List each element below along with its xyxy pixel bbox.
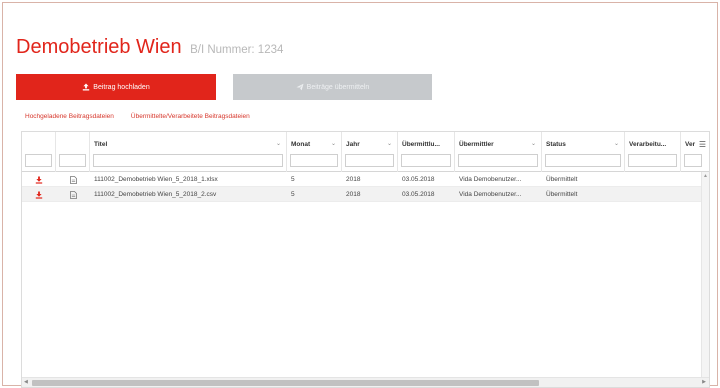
cell-jahr: 2018	[346, 191, 361, 198]
column-menu-icon[interactable]: ☰	[699, 140, 706, 149]
cell-uebermittler: Vida Demobenutzer...	[459, 176, 522, 183]
company-name: Demobetrieb Wien	[16, 36, 182, 58]
vertical-scrollbar[interactable]: ▲	[701, 172, 709, 379]
tab-processed-files[interactable]: Übermittelte/Verarbeitete Beitragsdateie…	[131, 113, 250, 120]
chevron-down-icon[interactable]: ⌄	[331, 140, 336, 147]
send-contributions-button[interactable]: Beiträge übermitteln	[233, 74, 432, 100]
app-frame: Demobetrieb Wien B/I Nummer: 1234 Beitra…	[2, 2, 718, 388]
files-table: Titel ⌄ Monat ⌄ Jahr ⌄ Übermittlu... Übe…	[21, 131, 710, 388]
cell-datum: 03.05.2018	[402, 191, 435, 198]
send-icon	[296, 83, 304, 91]
tab-bar: Hochgeladene Beitragsdateien Übermittelt…	[25, 113, 250, 120]
column-label-ver: Ver	[685, 141, 696, 148]
download-icon[interactable]	[22, 187, 56, 202]
chevron-down-icon[interactable]: ⌄	[387, 140, 392, 147]
cell-status: Übermittelt	[546, 176, 578, 183]
upload-label: Beitrag hochladen	[93, 83, 150, 91]
column-label-monat: Monat	[291, 141, 311, 148]
table-row[interactable]: 111002_Demobetrieb Wien_5_2018_2.csv 5 2…	[22, 187, 709, 202]
cell-jahr: 2018	[346, 176, 361, 183]
column-header-uebermittlung[interactable]: Übermittlu...	[398, 132, 455, 172]
column-header-verarbeitung[interactable]: Verarbeitu...	[625, 132, 681, 172]
cell-monat: 5	[291, 191, 295, 198]
page-title: Demobetrieb Wien B/I Nummer: 1234	[16, 36, 283, 59]
column-header-titel[interactable]: Titel ⌄	[90, 132, 287, 172]
cell-status: Übermittelt	[546, 191, 578, 198]
filter-input-titel[interactable]	[93, 154, 283, 167]
filter-input-status[interactable]	[545, 154, 621, 167]
cell-titel: 111002_Demobetrieb Wien_5_2018_2.csv	[94, 191, 217, 198]
upload-icon	[82, 83, 90, 91]
scroll-left-arrow-icon[interactable]: ◀	[24, 379, 28, 385]
filter-input-verarbeitung[interactable]	[628, 154, 677, 167]
column-label-uebermittler: Übermittler	[459, 141, 494, 148]
cell-titel: 111002_Demobetrieb Wien_5_2018_1.xlsx	[94, 176, 218, 183]
column-header-status[interactable]: Status ⌄	[542, 132, 625, 172]
horizontal-scroll-thumb[interactable]	[32, 380, 539, 386]
filter-input-download[interactable]	[25, 154, 52, 167]
download-column-header	[22, 132, 56, 172]
column-label-status: Status	[546, 141, 566, 148]
send-label: Beiträge übermitteln	[306, 83, 370, 91]
column-header-uebermittler[interactable]: Übermittler ⌄	[455, 132, 542, 172]
upload-contribution-button[interactable]: Beitrag hochladen	[16, 74, 216, 100]
tab-uploaded-files[interactable]: Hochgeladene Beitragsdateien	[25, 113, 114, 120]
filter-input-icon[interactable]	[59, 154, 86, 167]
horizontal-scrollbar[interactable]: ◀ ▶	[22, 377, 709, 387]
download-icon[interactable]	[22, 172, 56, 187]
file-icon-column-header	[56, 132, 90, 172]
filter-input-monat[interactable]	[290, 154, 338, 167]
filter-input-uebermittler[interactable]	[458, 154, 538, 167]
chevron-down-icon[interactable]: ⌄	[531, 140, 536, 147]
filter-input-jahr[interactable]	[345, 154, 394, 167]
bi-number: B/I Nummer: 1234	[190, 44, 284, 56]
column-header-monat[interactable]: Monat ⌄	[287, 132, 342, 172]
file-icon	[56, 187, 90, 202]
cell-datum: 03.05.2018	[402, 176, 435, 183]
filter-input-uebermittlung[interactable]	[401, 154, 451, 167]
cell-uebermittler: Vida Demobenutzer...	[459, 191, 522, 198]
column-header-jahr[interactable]: Jahr ⌄	[342, 132, 398, 172]
column-label-jahr: Jahr	[346, 141, 360, 148]
scroll-right-arrow-icon[interactable]: ▶	[702, 379, 706, 385]
column-label-verarbeitung: Verarbeitu...	[629, 141, 667, 148]
scroll-up-arrow-icon[interactable]: ▲	[703, 173, 708, 179]
column-label-uebermittlung: Übermittlu...	[402, 141, 440, 148]
file-icon	[56, 172, 90, 187]
column-label-titel: Titel	[94, 141, 108, 148]
cell-monat: 5	[291, 176, 295, 183]
table-row[interactable]: 111002_Demobetrieb Wien_5_2018_1.xlsx 5 …	[22, 172, 709, 187]
filter-input-ver[interactable]	[684, 154, 702, 167]
chevron-down-icon[interactable]: ⌄	[276, 140, 281, 147]
column-header-ver[interactable]: Ver ☰	[681, 132, 709, 172]
chevron-down-icon[interactable]: ⌄	[614, 140, 619, 147]
table-header: Titel ⌄ Monat ⌄ Jahr ⌄ Übermittlu... Übe…	[22, 132, 709, 172]
